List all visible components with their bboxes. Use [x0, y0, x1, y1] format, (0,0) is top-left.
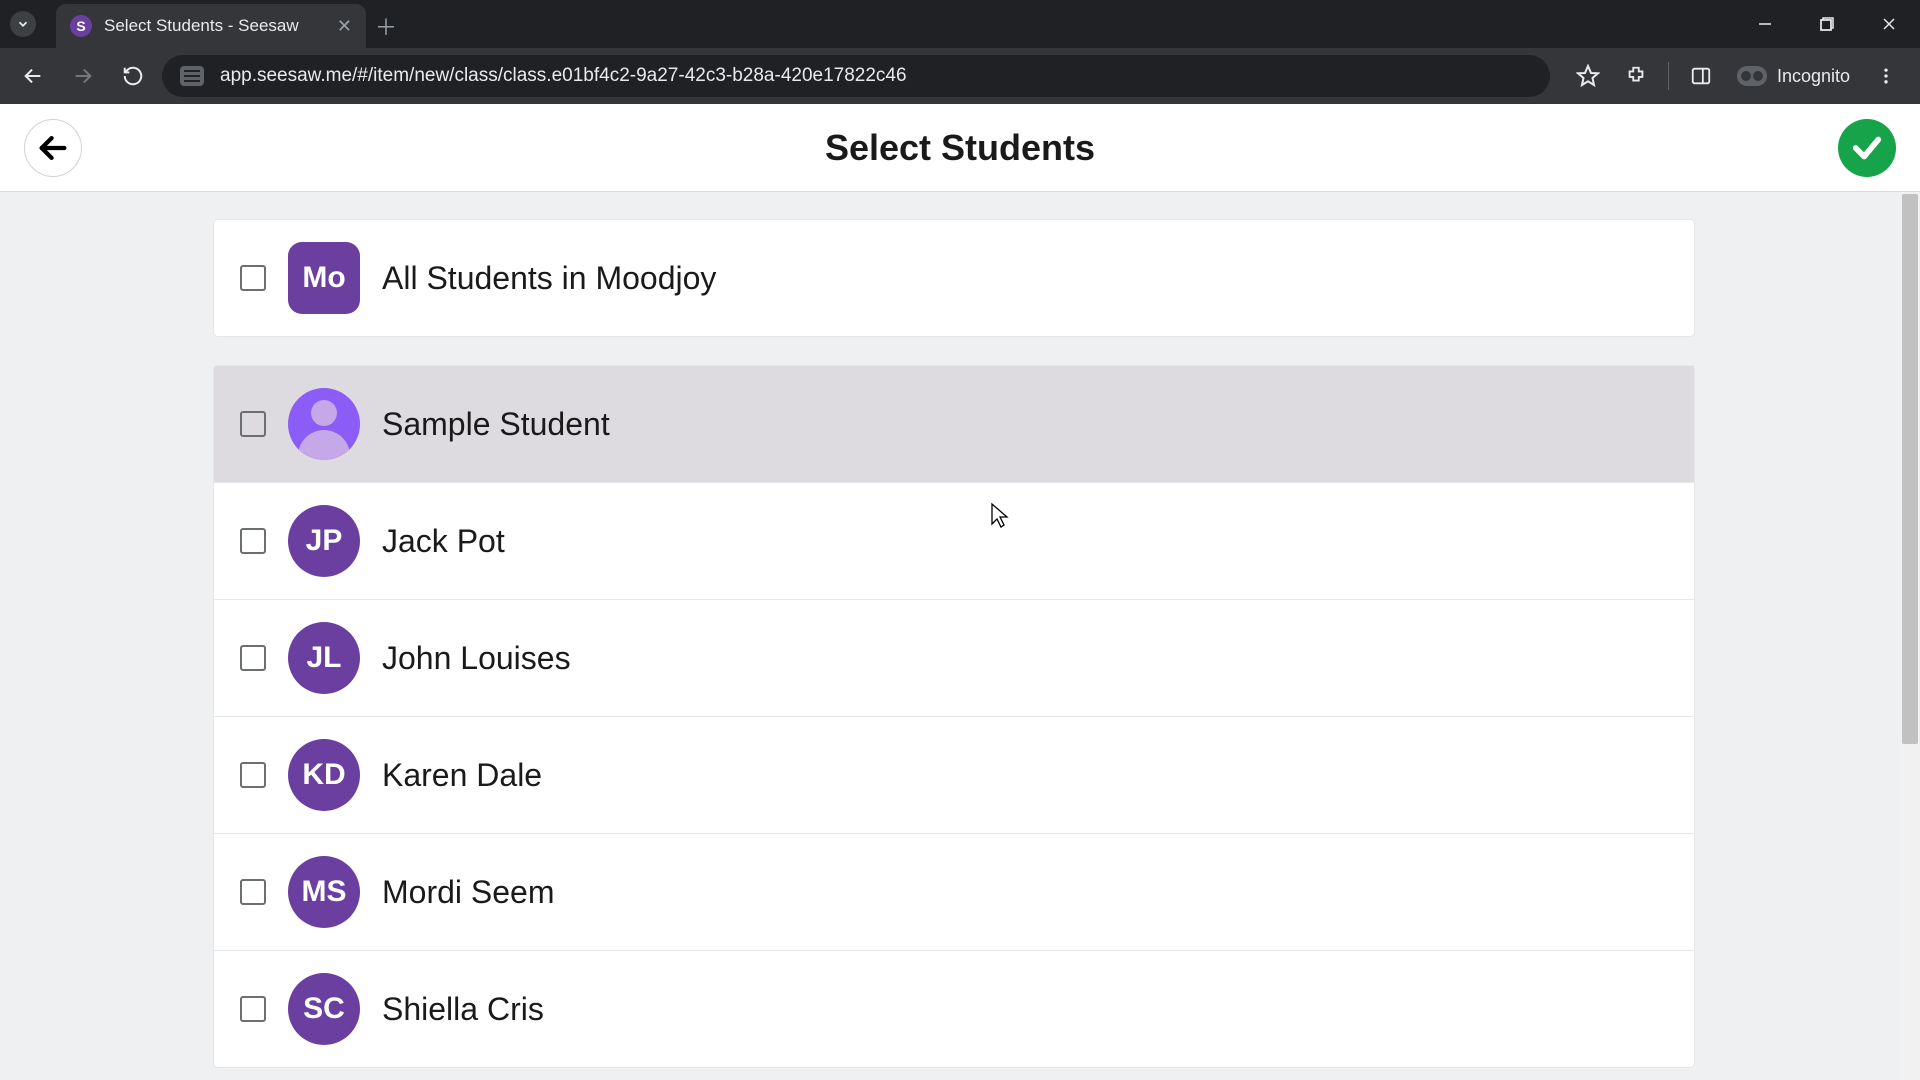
browser-toolbar: app.seesaw.me/#/item/new/class/class.e01…: [0, 48, 1920, 104]
vertical-scrollbar[interactable]: [1900, 192, 1920, 1080]
window-controls: [1734, 0, 1920, 48]
nav-reload-button[interactable]: [112, 55, 154, 97]
student-avatar: KD: [288, 739, 360, 811]
student-avatar: JL: [288, 622, 360, 694]
student-row[interactable]: JP Jack Pot: [214, 483, 1694, 600]
checkbox[interactable]: [240, 645, 266, 671]
scrollbar-thumb[interactable]: [1902, 194, 1918, 744]
app-header: Select Students: [0, 104, 1920, 192]
page-title: Select Students: [825, 127, 1095, 169]
tab-search-button[interactable]: [0, 0, 46, 48]
browser-tab[interactable]: S Select Students - Seesaw ✕: [56, 4, 366, 48]
student-name: Mordi Seem: [382, 874, 555, 911]
student-row[interactable]: SC Shiella Cris: [214, 951, 1694, 1067]
browser-menu-button[interactable]: [1864, 54, 1908, 98]
all-students-label: All Students in Moodjoy: [382, 260, 716, 297]
content-scroll-area[interactable]: Mo All Students in Moodjoy Sample Studen…: [0, 192, 1920, 1080]
side-panel-icon[interactable]: [1679, 54, 1723, 98]
student-avatar: JP: [288, 505, 360, 577]
app-back-button[interactable]: [24, 119, 82, 177]
app-viewport: Select Students Mo All Students in Moodj…: [0, 104, 1920, 1080]
student-name: Karen Dale: [382, 757, 542, 794]
url-text: app.seesaw.me/#/item/new/class/class.e01…: [220, 65, 907, 87]
checkbox[interactable]: [240, 879, 266, 905]
class-avatar: Mo: [288, 242, 360, 314]
site-settings-icon[interactable]: [180, 66, 204, 86]
student-name: John Louises: [382, 640, 571, 677]
tab-title: Select Students - Seesaw: [104, 16, 299, 36]
student-avatar: SC: [288, 973, 360, 1045]
close-tab-button[interactable]: ✕: [337, 16, 352, 37]
student-avatar: MS: [288, 856, 360, 928]
browser-tab-strip: S Select Students - Seesaw ✕ ＋: [0, 0, 1920, 48]
student-name: Sample Student: [382, 406, 610, 443]
checkbox[interactable]: [240, 411, 266, 437]
window-close-button[interactable]: [1858, 0, 1920, 48]
tab-favicon: S: [70, 15, 92, 37]
window-maximize-button[interactable]: [1796, 0, 1858, 48]
all-students-row[interactable]: Mo All Students in Moodjoy: [214, 220, 1694, 336]
window-minimize-button[interactable]: [1734, 0, 1796, 48]
incognito-indicator[interactable]: Incognito: [1727, 66, 1860, 87]
student-row[interactable]: MS Mordi Seem: [214, 834, 1694, 951]
nav-forward-button[interactable]: [62, 55, 104, 97]
student-name: Shiella Cris: [382, 991, 544, 1028]
checkbox[interactable]: [240, 996, 266, 1022]
confirm-button[interactable]: [1838, 119, 1896, 177]
student-row[interactable]: JL John Louises: [214, 600, 1694, 717]
nav-back-button[interactable]: [12, 55, 54, 97]
toolbar-divider: [1668, 62, 1669, 90]
incognito-label: Incognito: [1777, 66, 1850, 87]
student-row[interactable]: KD Karen Dale: [214, 717, 1694, 834]
checkbox[interactable]: [240, 528, 266, 554]
checkbox[interactable]: [240, 265, 266, 291]
bookmark-star-icon[interactable]: [1566, 54, 1610, 98]
all-students-card: Mo All Students in Moodjoy: [214, 220, 1694, 336]
address-bar[interactable]: app.seesaw.me/#/item/new/class/class.e01…: [162, 55, 1550, 97]
new-tab-button[interactable]: ＋: [366, 4, 406, 48]
student-row[interactable]: Sample Student: [214, 366, 1694, 483]
student-name: Jack Pot: [382, 523, 505, 560]
chevron-down-icon: [10, 11, 36, 37]
extensions-icon[interactable]: [1614, 54, 1658, 98]
incognito-icon: [1737, 66, 1767, 86]
checkbox[interactable]: [240, 762, 266, 788]
person-avatar-icon: [288, 388, 360, 460]
student-list: Sample Student JP Jack Pot JL John Louises KD…: [214, 366, 1694, 1067]
